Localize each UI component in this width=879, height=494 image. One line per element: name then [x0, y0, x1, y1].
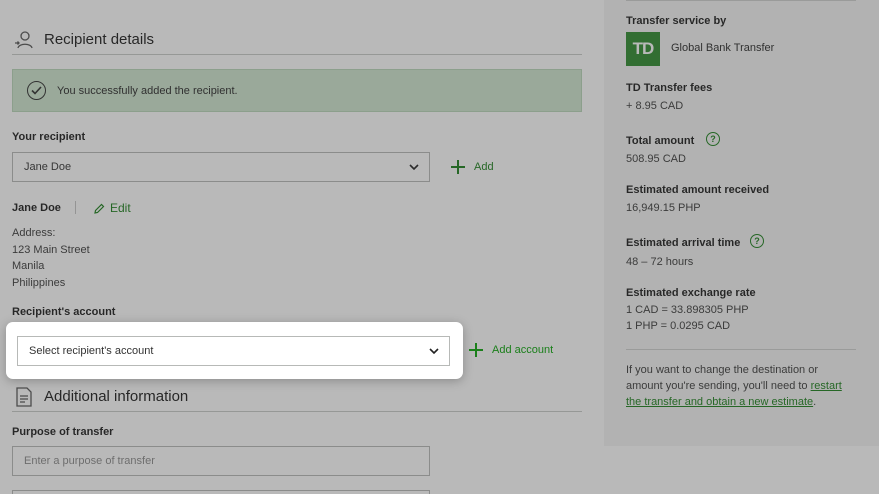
modal-dim-overlay [0, 0, 879, 494]
chevron-down-icon [429, 346, 439, 356]
account-select[interactable]: Select recipient's account [17, 336, 450, 366]
add-account-label: Add account [492, 344, 554, 356]
account-select-placeholder: Select recipient's account [29, 345, 154, 357]
plus-icon [469, 343, 483, 357]
add-account-button[interactable]: Add account [469, 343, 553, 357]
highlight-card: Select recipient's account [6, 322, 463, 379]
transfer-page: Recipient details You successfully added… [0, 0, 879, 494]
